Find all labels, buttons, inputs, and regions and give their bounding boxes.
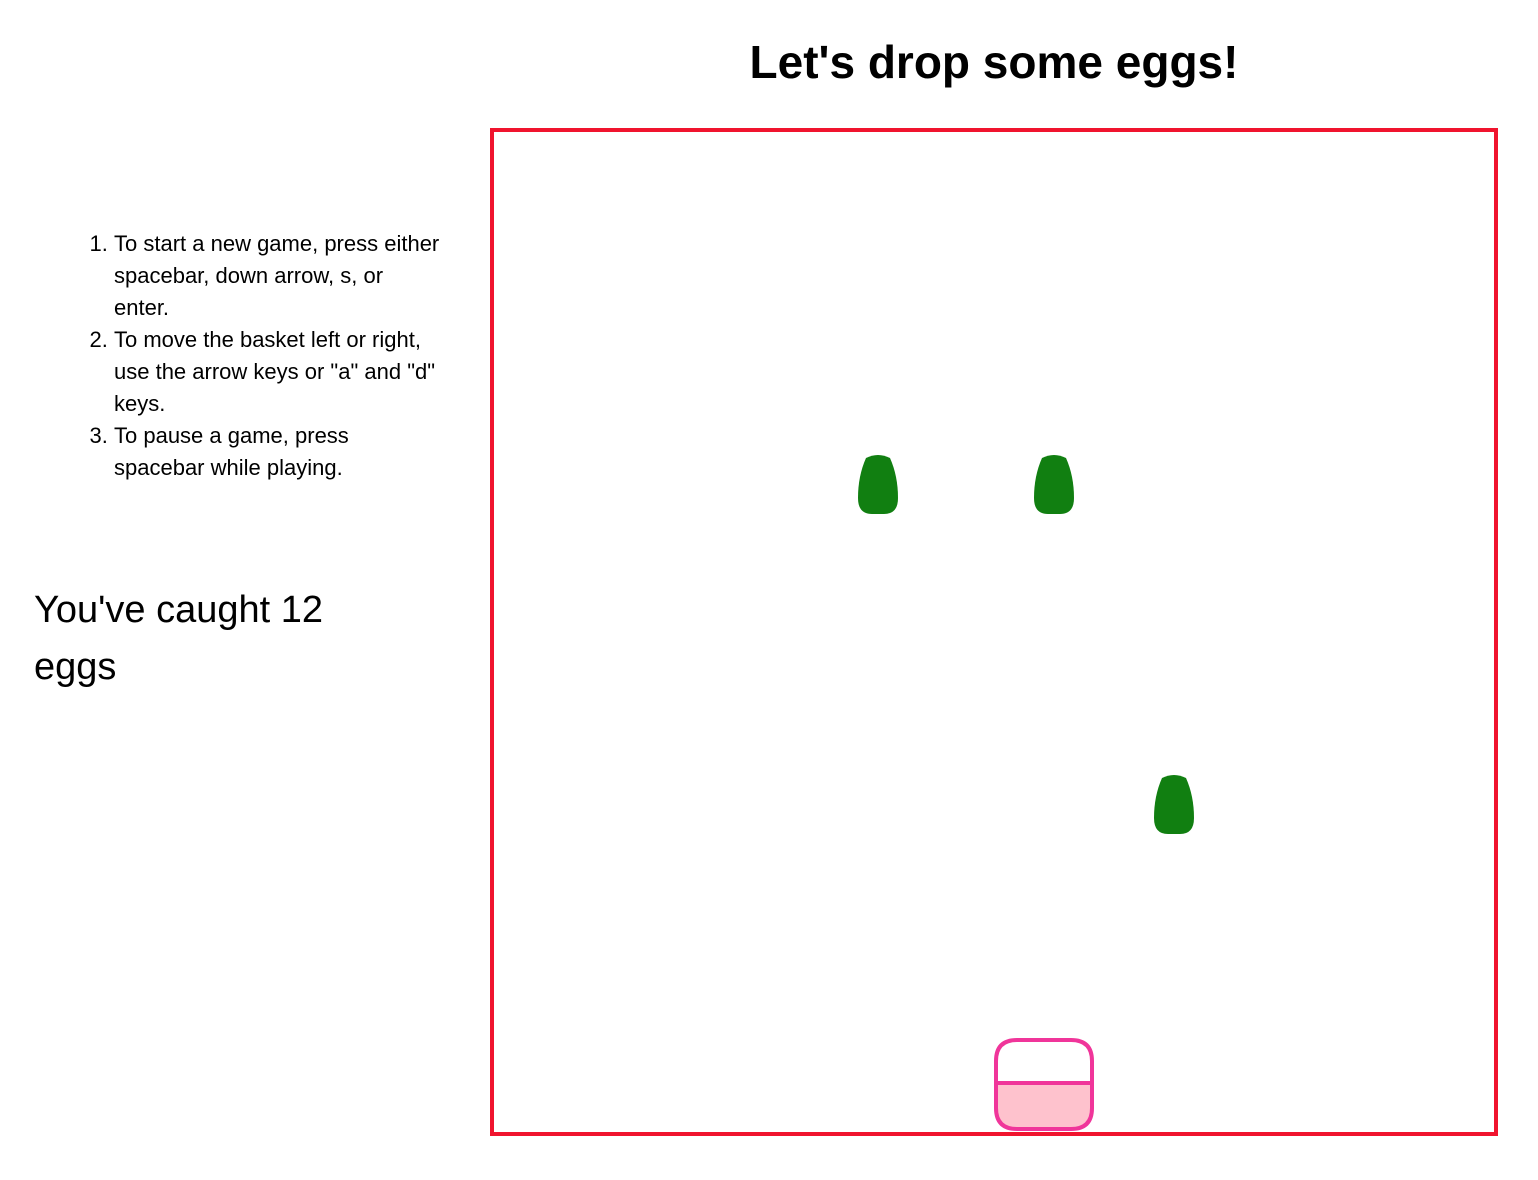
page: Let's drop some eggs! To start a new gam… — [0, 0, 1538, 1180]
score-text: You've caught 12 eggs — [34, 589, 323, 688]
instruction-item: To pause a game, press spacebar while pl… — [114, 420, 440, 484]
page-title: Let's drop some eggs! — [749, 36, 1239, 88]
game-board[interactable] — [490, 128, 1498, 1136]
basket[interactable] — [994, 1038, 1094, 1133]
instruction-item: To start a new game, press either spaceb… — [114, 228, 440, 324]
egg — [1034, 454, 1074, 514]
egg — [1154, 774, 1194, 834]
egg — [858, 454, 898, 514]
instruction-item: To move the basket left or right, use th… — [114, 324, 440, 420]
instructions-list: To start a new game, press either spaceb… — [74, 228, 440, 484]
